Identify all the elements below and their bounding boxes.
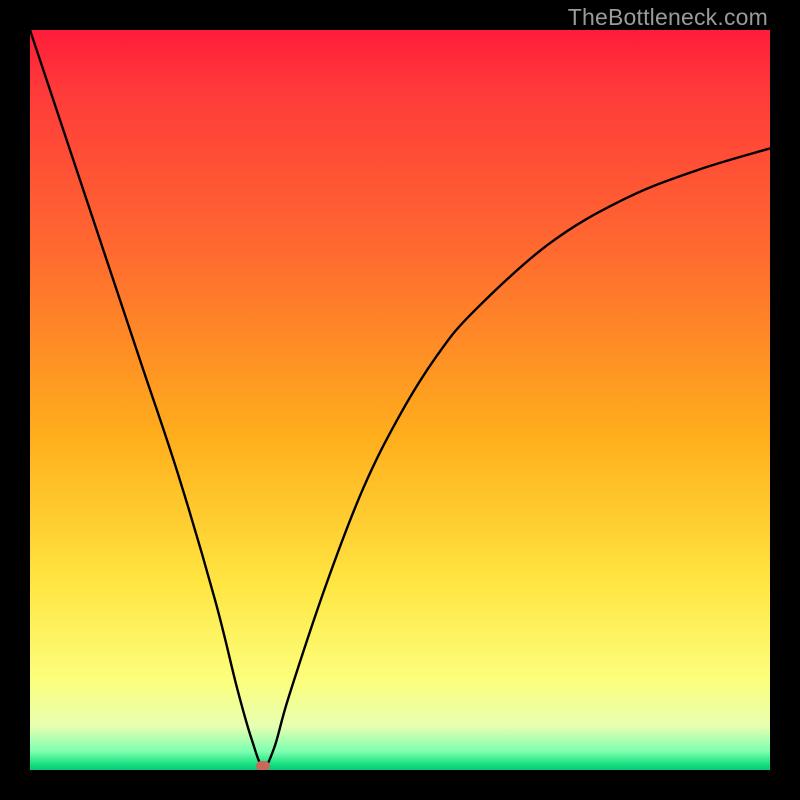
minimum-marker: [256, 761, 270, 770]
watermark-text: TheBottleneck.com: [568, 4, 768, 31]
chart-frame: TheBottleneck.com: [0, 0, 800, 800]
plot-area: [30, 30, 770, 770]
bottleneck-curve: [30, 30, 770, 770]
